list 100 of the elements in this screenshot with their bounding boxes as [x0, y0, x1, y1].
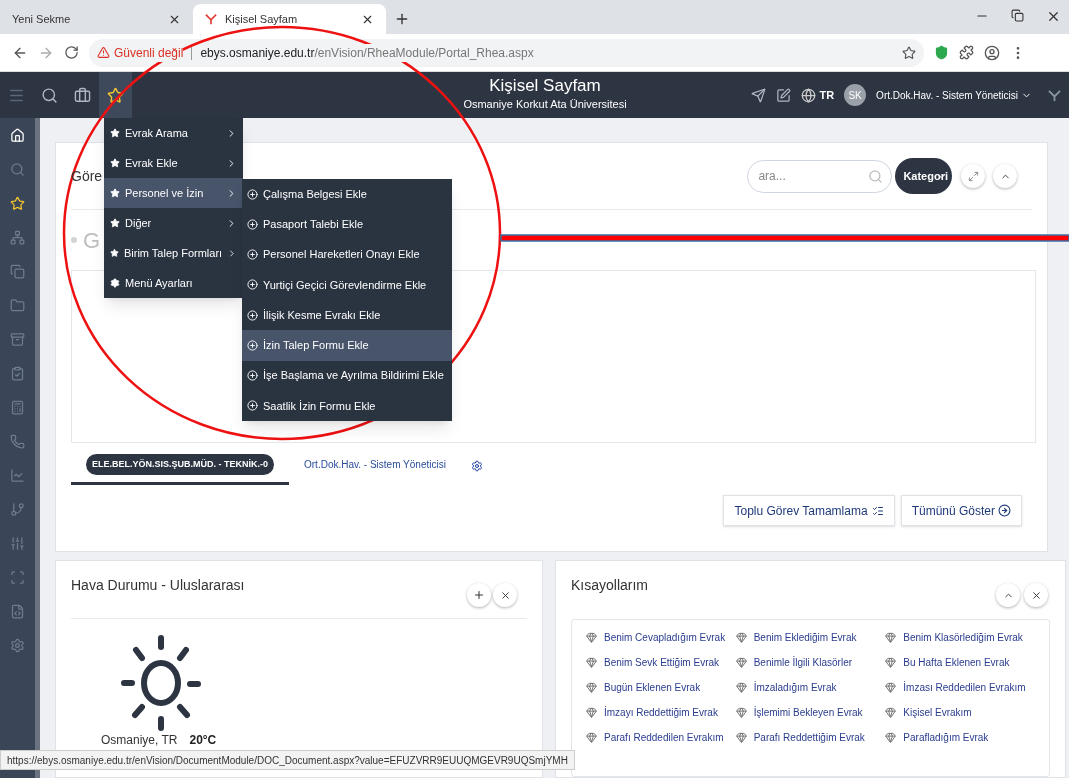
clipboard-check-icon[interactable]	[10, 366, 25, 381]
address-field[interactable]: Güvenli değil ebys.osmaniye.edu.tr/enVision/RheaModule/Portal_Rhea.aspx	[89, 38, 924, 67]
list-check-icon	[871, 504, 884, 517]
menu-item[interactable]: Menü Ayarları	[104, 268, 243, 298]
profile-icon[interactable]	[984, 44, 1000, 61]
shortcut-link[interactable]: Benim Eklediğim Evrak	[753, 630, 857, 645]
collapse-button[interactable]	[996, 583, 1020, 607]
diamond-icon	[586, 682, 597, 693]
shortcut-link[interactable]: İşlemimi Bekleyen Evrak	[753, 705, 863, 720]
menu-item[interactable]: Birim Talep Formları	[104, 238, 243, 268]
plus-circle-icon	[247, 339, 258, 351]
code-file-icon[interactable]	[10, 604, 25, 619]
submenu-item[interactable]: İzin Talep Formu Ekle	[242, 330, 452, 361]
calculator-icon[interactable]	[10, 400, 25, 415]
shortcut-link[interactable]: Bugün Eklenen Evrak	[604, 680, 701, 695]
star-icon	[110, 248, 119, 258]
search-icon[interactable]	[41, 86, 58, 104]
shortcut-link[interactable]: İmzası Reddedilen Evrakım	[903, 680, 1026, 695]
unit-tab[interactable]: Ort.Dok.Hav. - Sistem Yöneticisi	[289, 447, 461, 485]
globe-icon[interactable]	[801, 87, 817, 103]
shortcut-link[interactable]: Parafı Reddettiğim Evrak	[753, 730, 865, 745]
star-icon	[110, 158, 120, 168]
diamond-icon	[885, 657, 897, 668]
shortcut-link[interactable]: Parafladığım Evrak	[903, 730, 989, 745]
panel-title: Kısayollarım	[571, 576, 649, 595]
send-icon[interactable]	[751, 87, 767, 103]
diamond-icon	[586, 732, 597, 743]
shortcut-link[interactable]: Kişisel Evrakım	[903, 705, 972, 720]
close-icon	[1030, 589, 1042, 601]
bookmark-star-icon[interactable]	[902, 45, 916, 60]
warning-icon	[97, 46, 110, 59]
diamond-icon	[735, 682, 747, 693]
organization-name: Osmaniye Korkut Ata Üniversitesi	[463, 97, 627, 112]
menu-item[interactable]: Diğer	[104, 208, 243, 238]
reload-icon[interactable]	[64, 45, 79, 60]
show-all-button[interactable]: Tümünü Göster	[900, 495, 1022, 526]
menu-item[interactable]: Personel ve İzin	[104, 178, 243, 208]
tab-title: Yeni Sekme	[12, 11, 72, 27]
submenu-item[interactable]: Çalışma Belgesi Ekle	[242, 179, 452, 210]
star-icon[interactable]	[10, 196, 25, 211]
diamond-icon	[885, 632, 897, 643]
submenu-item[interactable]: Personel Hareketleri Onayı Ekle	[242, 239, 452, 270]
expand-button[interactable]	[961, 164, 985, 188]
folder-icon[interactable]	[10, 298, 25, 313]
sliders-icon[interactable]	[10, 536, 25, 551]
branch-icon[interactable]	[10, 502, 25, 517]
search-field[interactable]: ara...	[747, 159, 893, 193]
shield-icon[interactable]	[934, 45, 949, 60]
hierarchy-icon[interactable]	[10, 230, 25, 245]
close-icon[interactable]	[1046, 9, 1061, 24]
status-url-bubble: https://ebys.osmaniye.edu.tr/enVision/DocumentModule/DOC_Document.aspx?value=EFUZVRR9EUUQMGEVR9UQSmjYMH	[0, 750, 575, 770]
diamond-icon	[586, 632, 597, 643]
diamond-icon	[735, 707, 747, 718]
shortcut-link[interactable]: Benim Cevapladığım Evrak	[604, 630, 726, 645]
language-selector[interactable]: TR	[819, 86, 835, 104]
gear-icon	[110, 278, 120, 288]
line-chart-icon[interactable]	[10, 468, 25, 483]
new-tab-icon[interactable]	[394, 11, 410, 27]
documents-icon[interactable]	[10, 264, 25, 279]
diamond-icon	[735, 632, 747, 643]
close-button[interactable]	[493, 583, 517, 607]
shortcut-link[interactable]: Bu Hafta Eklenen Evrak	[903, 655, 1010, 670]
restore-icon[interactable]	[1011, 9, 1024, 22]
submenu-item[interactable]: İlişik Kesme Evrakı Ekle	[242, 300, 452, 331]
extension-icon[interactable]	[959, 45, 974, 60]
browser-tab[interactable]: Kişisel Sayfam	[193, 4, 386, 34]
tab-title: Kişisel Sayfam	[225, 11, 299, 27]
shortcut-link[interactable]: İmzaladığım Evrak	[753, 680, 837, 695]
browser-tab[interactable]: Yeni Sekme	[0, 4, 193, 34]
home-icon[interactable]	[10, 128, 25, 143]
collapse-button[interactable]	[993, 164, 1017, 188]
page-title: Kişisel Sayfam	[489, 76, 601, 96]
shortcut-link[interactable]: Benim Klasörlediğim Evrak	[903, 630, 1023, 645]
archive-box-icon[interactable]	[10, 332, 25, 347]
plus-circle-icon	[247, 188, 258, 200]
briefcase-icon[interactable]	[74, 86, 91, 104]
shortcut-link[interactable]: Parafı Reddedilen Evrakım	[604, 730, 724, 745]
submenu-item[interactable]: Saatlik İzin Formu Ekle	[242, 390, 452, 421]
scan-frame-icon[interactable]	[10, 570, 25, 585]
diamond-icon	[885, 707, 897, 718]
submenu-item[interactable]: Yurtiçi Geçici Görevlendirme Ekle	[242, 269, 452, 300]
menu-item[interactable]: Evrak Ekle	[104, 148, 243, 178]
submenu-item[interactable]: Pasaport Talebi Ekle	[242, 209, 452, 240]
user-menu[interactable]: Ort.Dok.Hav. - Sistem Yöneticisi	[876, 87, 1018, 103]
add-button[interactable]	[467, 583, 491, 607]
close-button[interactable]	[1024, 583, 1048, 607]
phone-icon[interactable]	[10, 434, 25, 449]
submenu-item[interactable]: İşe Başlama ve Ayrılma Bildirimi Ekle	[242, 360, 452, 391]
user-avatar: SK	[844, 84, 867, 106]
star-icon	[110, 128, 120, 138]
shortcut-link[interactable]: Benimle İlgili Klasörler	[753, 655, 853, 670]
category-button[interactable]: Kategori	[895, 158, 952, 194]
bulk-complete-button[interactable]: Toplu Görev Tamamlama	[723, 495, 895, 526]
diamond-icon	[735, 657, 747, 668]
settings-icon[interactable]	[470, 460, 483, 472]
shortcut-link[interactable]: Benim Sevk Ettiğim Evrak	[604, 655, 720, 670]
shortcut-link[interactable]: İmzayı Reddettiğim Evrak	[604, 705, 718, 720]
menu-item[interactable]: Evrak Arama	[104, 118, 243, 148]
star-icon[interactable]	[107, 86, 124, 104]
edit-icon[interactable]	[776, 87, 792, 103]
